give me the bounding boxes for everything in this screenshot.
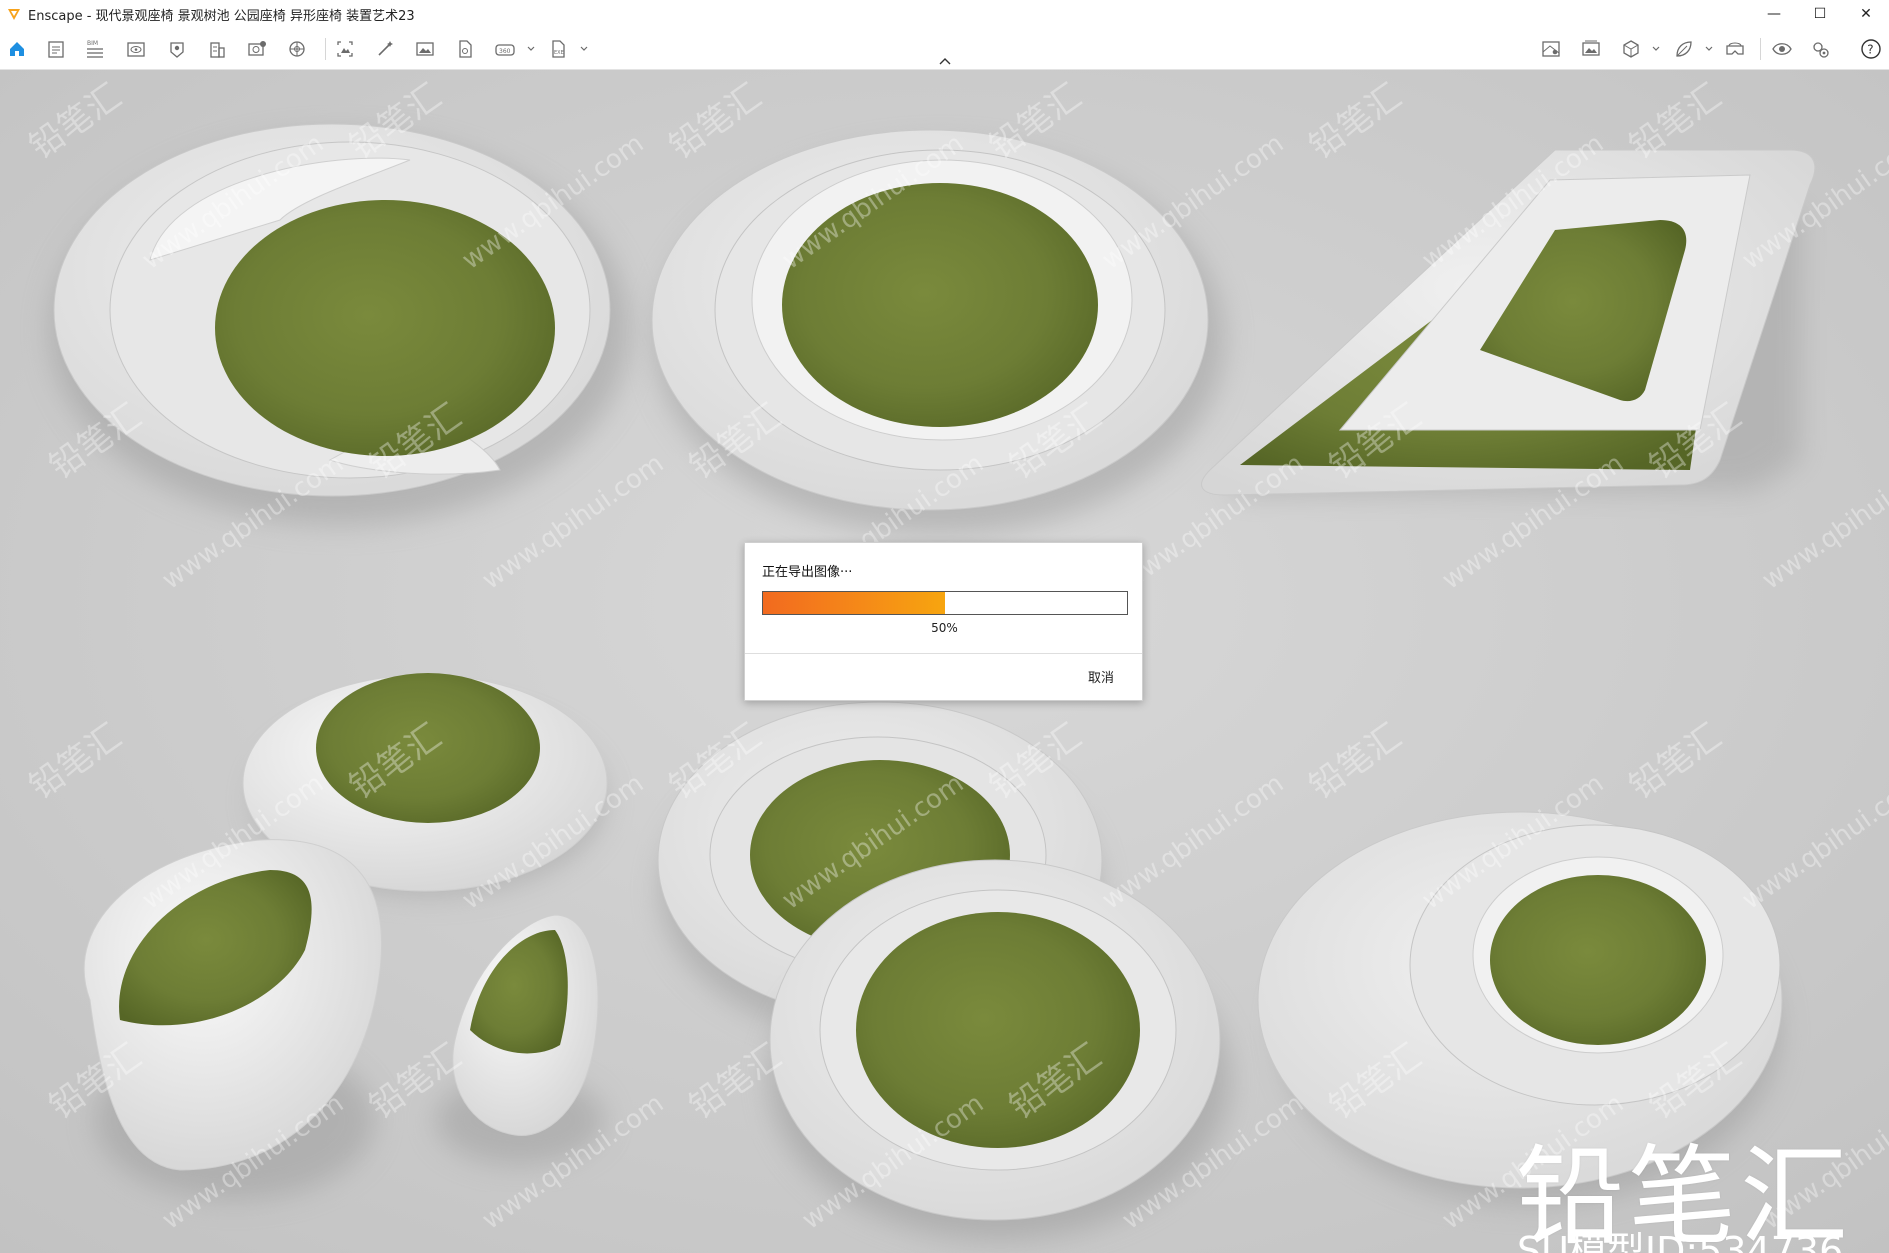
exe-export-icon: EXE <box>552 40 565 58</box>
toolbar-separator <box>1760 38 1761 60</box>
materials-dropdown[interactable] <box>1704 36 1714 62</box>
chevron-down-icon <box>527 46 535 51</box>
enscape-window: Enscape - 现代景观座椅 景观树池 公园座椅 异形座椅 装置艺术23 —… <box>0 0 1889 1253</box>
general-settings-icon <box>1813 42 1829 58</box>
toolbar-collapse-button[interactable] <box>937 56 953 66</box>
export-progress-dialog: 正在导出图像··· 50% 取消 <box>744 542 1143 701</box>
help-icon: ? <box>1861 39 1881 59</box>
minimize-button[interactable]: — <box>1751 0 1797 28</box>
panorama-button[interactable]: 360 <box>491 36 519 62</box>
add-view-button[interactable] <box>243 36 271 62</box>
dialog-divider <box>745 653 1142 654</box>
exe-export-dropdown[interactable] <box>579 36 589 62</box>
map-button[interactable] <box>1537 36 1565 62</box>
home-icon <box>10 42 24 56</box>
image-button[interactable] <box>411 36 439 62</box>
chevron-down-icon <box>1705 46 1713 51</box>
bim-icon: BIM <box>87 40 103 58</box>
svg-text:360: 360 <box>499 48 511 55</box>
file-export-icon <box>459 40 472 58</box>
chevron-down-icon <box>580 46 588 51</box>
location-button[interactable] <box>163 36 191 62</box>
map-pin-icon <box>170 42 184 58</box>
settings-wheel-icon <box>289 41 305 57</box>
magic-wand-button[interactable] <box>371 36 399 62</box>
close-button[interactable]: ✕ <box>1843 0 1889 28</box>
cube-icon <box>1623 40 1639 58</box>
view-icon <box>127 42 145 57</box>
enscape-logo-icon <box>8 9 20 20</box>
visual-settings-button[interactable] <box>1768 36 1796 62</box>
maximize-button[interactable]: ☐ <box>1797 0 1843 28</box>
svg-text:?: ? <box>1867 43 1873 57</box>
visual-settings-icon <box>1772 43 1792 55</box>
title-bar: Enscape - 现代景观座椅 景观树池 公园座椅 异形座椅 装置艺术23 —… <box>0 0 1889 28</box>
atmosphere-button[interactable] <box>283 36 311 62</box>
dialog-title: 正在导出图像··· <box>762 565 853 580</box>
asset-library-button[interactable] <box>1617 36 1645 62</box>
screenshot-button[interactable] <box>331 36 359 62</box>
toolbar-separator <box>325 38 326 60</box>
document-button[interactable] <box>42 36 70 62</box>
gallery-button[interactable] <box>1577 36 1605 62</box>
cancel-button[interactable]: 取消 <box>1074 667 1128 691</box>
model-id-text: SU模型ID:534736 <box>1517 1229 1844 1253</box>
chevron-up-icon <box>939 58 951 65</box>
add-view-icon <box>248 41 266 56</box>
svg-text:BIM: BIM <box>87 40 98 47</box>
panorama-dropdown[interactable] <box>526 36 536 62</box>
general-settings-button[interactable] <box>1806 36 1834 62</box>
view-button[interactable] <box>122 36 150 62</box>
bim-button[interactable]: BIM <box>81 36 109 62</box>
vr-headset-icon <box>1726 42 1744 55</box>
exe-export-button[interactable]: EXE <box>544 36 572 62</box>
screenshot-icon <box>337 41 353 57</box>
progress-percent: 50% <box>931 621 958 635</box>
building-icon <box>210 42 225 58</box>
vr360-icon: 360 <box>495 44 515 56</box>
gallery-icon <box>1582 40 1600 56</box>
asset-library-dropdown[interactable] <box>1651 36 1661 62</box>
chevron-down-icon <box>1652 46 1660 51</box>
svg-text:EXE: EXE <box>554 50 564 56</box>
file-export-button[interactable] <box>451 36 479 62</box>
materials-button[interactable] <box>1670 36 1698 62</box>
map-icon <box>1542 41 1560 57</box>
window-controls: — ☐ ✕ <box>1751 0 1889 28</box>
pebble-seat-tall <box>83 839 382 1200</box>
help-button[interactable]: ? <box>1857 36 1885 62</box>
image-icon <box>416 42 434 56</box>
leaf-icon <box>1676 41 1692 57</box>
vr-headset-button[interactable] <box>1721 36 1749 62</box>
progress-bar-fill <box>763 592 945 614</box>
home-button[interactable] <box>3 36 31 62</box>
progress-bar <box>762 591 1128 615</box>
document-icon <box>48 41 64 58</box>
magic-wand-icon <box>378 41 393 56</box>
building-button[interactable] <box>203 36 231 62</box>
window-title: Enscape - 现代景观座椅 景观树池 公园座椅 异形座椅 装置艺术23 <box>28 8 415 24</box>
